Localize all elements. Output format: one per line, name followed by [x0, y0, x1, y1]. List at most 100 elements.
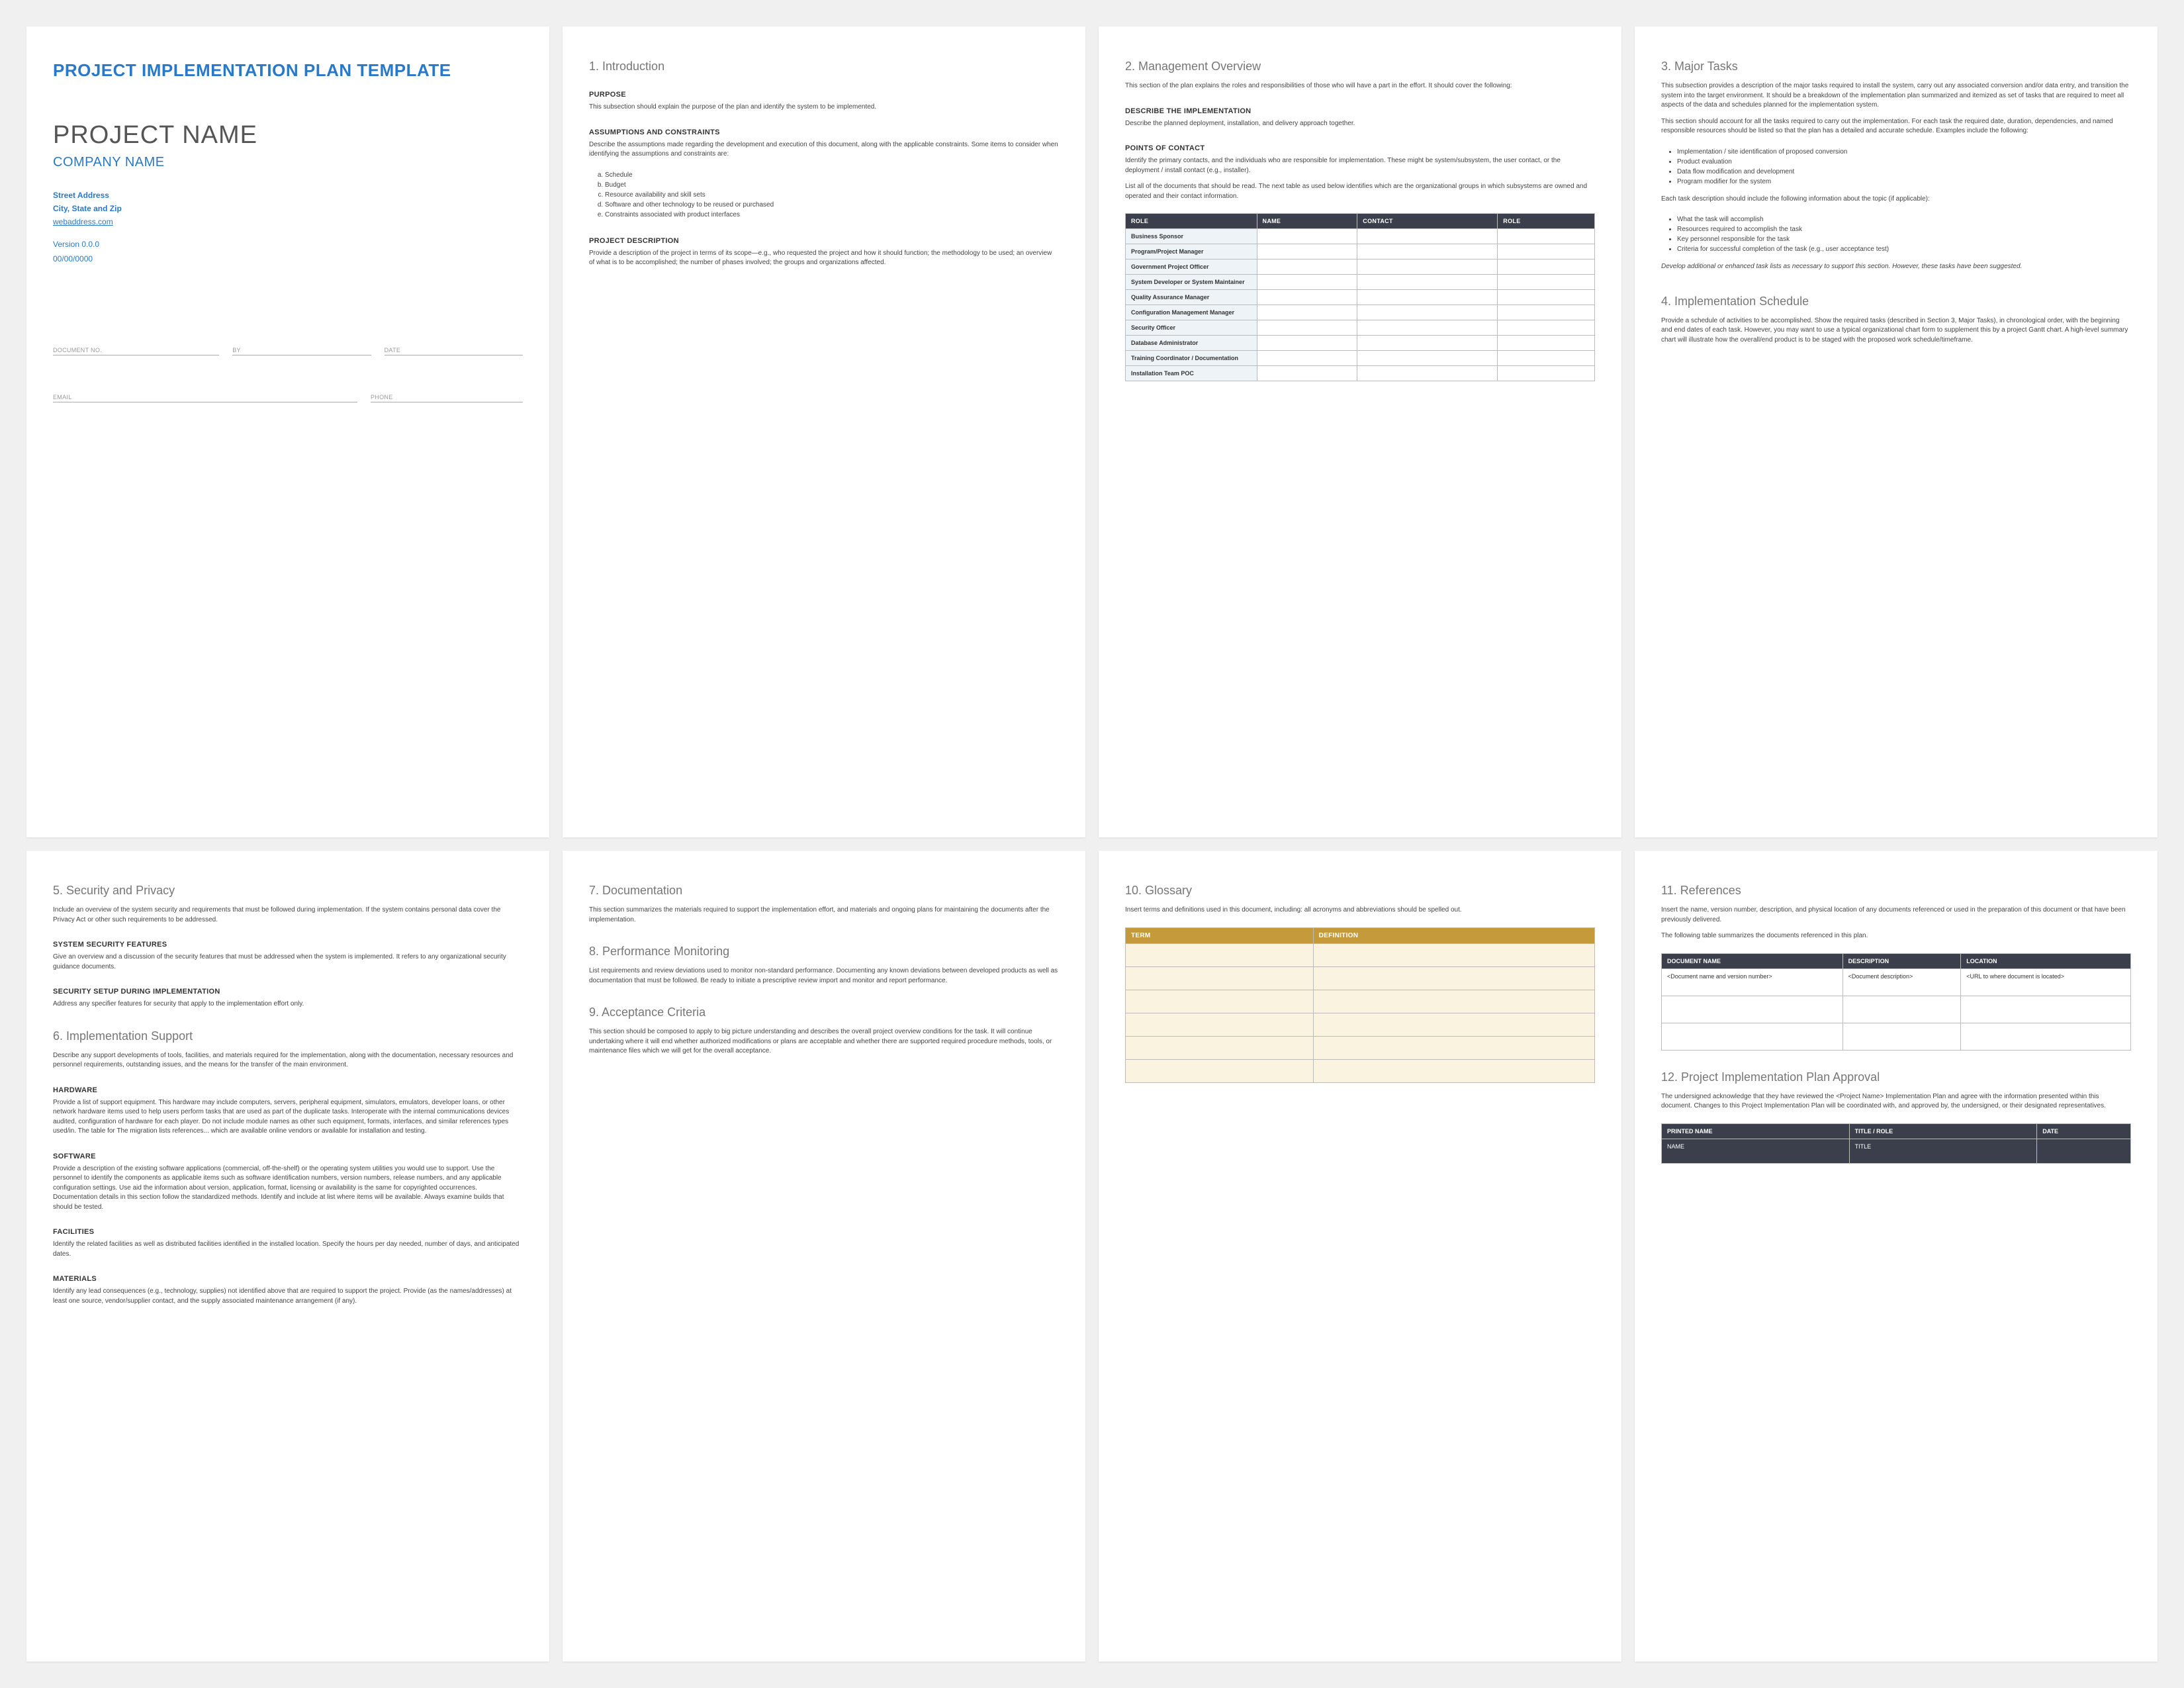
col-term: TERM [1126, 927, 1314, 943]
materials-text: Identify any lead consequences (e.g., te… [53, 1287, 523, 1306]
pages-grid: PROJECT IMPLEMENTATION PLAN TEMPLATE PRO… [26, 26, 2158, 1662]
col-doc-name: DOCUMENT NAME [1662, 953, 1843, 968]
heading-approval: 12. Project Implementation Plan Approval [1661, 1070, 2131, 1084]
assumption-item: Constraints associated with product inte… [605, 210, 1059, 220]
references-text2: The following table summarizes the docum… [1661, 931, 2131, 941]
page-glossary: 10. Glossary Insert terms and definition… [1099, 851, 1621, 1662]
heading-glossary: 10. Glossary [1125, 884, 1595, 898]
page-security-support: 5. Security and Privacy Include an overv… [26, 851, 549, 1662]
assumption-item: Software and other technology to be reus… [605, 200, 1059, 210]
subheading-security-features: System Security Features [53, 941, 523, 949]
template-title: PROJECT IMPLEMENTATION PLAN TEMPLATE [53, 60, 523, 81]
sig-label-phone: PHONE [371, 394, 523, 400]
contact-row: Security Officer [1126, 320, 1595, 336]
table-intro-text: List all of the documents that should be… [1125, 182, 1595, 201]
glossary-text: Insert terms and definitions used in thi… [1125, 906, 1595, 915]
heading-introduction: 1. Introduction [589, 60, 1059, 73]
glossary-row [1126, 1036, 1595, 1059]
major-tasks-list1: Implementation / site identification of … [1661, 147, 2131, 187]
heading-management: 2. Management Overview [1125, 60, 1595, 73]
hardware-text: Provide a list of support equipment. Thi… [53, 1098, 523, 1137]
major-tasks-note: Develop additional or enhanced task list… [1661, 262, 2131, 272]
heading-major-tasks: 3. Major Tasks [1661, 60, 2131, 73]
security-setup-text: Address any specifier features for secur… [53, 1000, 523, 1009]
facilities-text: Identify the related facilities as well … [53, 1240, 523, 1259]
page-major-tasks: 3. Major Tasks This subsection provides … [1635, 26, 2158, 837]
assumptions-list: Schedule Budget Resource availability an… [589, 170, 1059, 220]
page-references-approval: 11. References Insert the name, version … [1635, 851, 2158, 1662]
sig-label-docno: DOCUMENT NO. [53, 347, 219, 353]
sig-label-date: DATE [385, 347, 523, 353]
security-features-text: Give an overview and a discussion of the… [53, 953, 523, 972]
major-tasks-mid: Each task description should include the… [1661, 195, 2131, 205]
glossary-row [1126, 943, 1595, 966]
references-table: DOCUMENT NAME DESCRIPTION LOCATION <Docu… [1661, 953, 2131, 1051]
col-definition: DEFINITION [1313, 927, 1594, 943]
poc-text: Identify the primary contacts, and the i… [1125, 156, 1595, 175]
performance-text: List requirements and review deviations … [589, 966, 1059, 986]
glossary-row [1126, 1059, 1595, 1082]
task-item: Implementation / site identification of … [1677, 147, 2131, 157]
signature-block: DOCUMENT NO. BY DATE EMAIL PHONE [53, 335, 523, 429]
approval-row: NAME TITLE [1662, 1139, 2131, 1163]
page-cover: PROJECT IMPLEMENTATION PLAN TEMPLATE PRO… [26, 26, 549, 837]
glossary-table: TERM DEFINITION [1125, 927, 1595, 1083]
heading-security: 5. Security and Privacy [53, 884, 523, 898]
heading-acceptance: 9. Acceptance Criteria [589, 1006, 1059, 1019]
glossary-row [1126, 1013, 1595, 1036]
task-item: Resources required to accomplish the tas… [1677, 224, 2131, 234]
assumption-item: Schedule [605, 170, 1059, 180]
assumption-item: Budget [605, 180, 1059, 190]
col-role: ROLE [1126, 214, 1257, 229]
contact-row: Business Sponsor [1126, 229, 1595, 244]
subheading-assumptions: Assumptions and Constraints [589, 128, 1059, 136]
contact-row: Government Project Officer [1126, 259, 1595, 275]
reference-row: <Document name and version number> <Docu… [1662, 968, 2131, 996]
schedule-text: Provide a schedule of activities to be a… [1661, 316, 2131, 346]
heading-documentation: 7. Documentation [589, 884, 1059, 898]
cover-date: 00/00/0000 [53, 254, 523, 263]
acceptance-text: This section should be composed to apply… [589, 1027, 1059, 1056]
heading-references: 11. References [1661, 884, 2131, 898]
describe-implementation-text: Describe the planned deployment, install… [1125, 119, 1595, 129]
purpose-text: This subsection should explain the purpo… [589, 103, 1059, 113]
task-item: What the task will accomplish [1677, 214, 2131, 224]
major-tasks-text1: This subsection provides a description o… [1661, 81, 2131, 111]
support-text: Describe any support developments of too… [53, 1051, 523, 1070]
subheading-purpose: Purpose [589, 91, 1059, 99]
management-text: This section of the plan explains the ro… [1125, 81, 1595, 91]
col-name: NAME [1257, 214, 1357, 229]
subheading-materials: Materials [53, 1275, 523, 1283]
page-introduction: 1. Introduction Purpose This subsection … [563, 26, 1085, 837]
assumption-item: Resource availability and skill sets [605, 190, 1059, 200]
company-name: COMPANY NAME [53, 155, 523, 170]
task-item: Key personnel responsible for the task [1677, 234, 2131, 244]
col-approve-date: DATE [2037, 1123, 2131, 1139]
col-description: DESCRIPTION [1843, 953, 1961, 968]
col-title-role: TITLE / ROLE [1849, 1123, 2037, 1139]
contact-row: Database Administrator [1126, 336, 1595, 351]
software-text: Provide a description of the existing so… [53, 1164, 523, 1213]
major-tasks-list2: What the task will accomplish Resources … [1661, 214, 2131, 254]
glossary-row [1126, 990, 1595, 1013]
reference-row [1662, 1023, 2131, 1050]
task-item: Data flow modification and development [1677, 167, 2131, 177]
references-text1: Insert the name, version number, descrip… [1661, 906, 2131, 925]
contact-row: Training Coordinator / Documentation [1126, 351, 1595, 366]
version-number: Version 0.0.0 [53, 240, 523, 249]
subheading-points-of-contact: Points of Contact [1125, 144, 1595, 152]
documentation-text: This section summarizes the materials re… [589, 906, 1059, 925]
major-tasks-text2: This section should account for all the … [1661, 117, 2131, 136]
contact-row: Quality Assurance Manager [1126, 290, 1595, 305]
contact-row: System Developer or System Maintainer [1126, 275, 1595, 290]
page-doc-perf-accept: 7. Documentation This section summarizes… [563, 851, 1085, 1662]
sig-label-by: BY [232, 347, 371, 353]
contact-row: Configuration Management Manager [1126, 305, 1595, 320]
city-state-zip: City, State and Zip [53, 203, 523, 214]
col-contact: CONTACT [1357, 214, 1498, 229]
subheading-describe-implementation: Describe the Implementation [1125, 107, 1595, 115]
project-description-text: Provide a description of the project in … [589, 249, 1059, 268]
col-location: LOCATION [1961, 953, 2131, 968]
heading-support: 6. Implementation Support [53, 1029, 523, 1043]
sig-label-email: EMAIL [53, 394, 357, 400]
